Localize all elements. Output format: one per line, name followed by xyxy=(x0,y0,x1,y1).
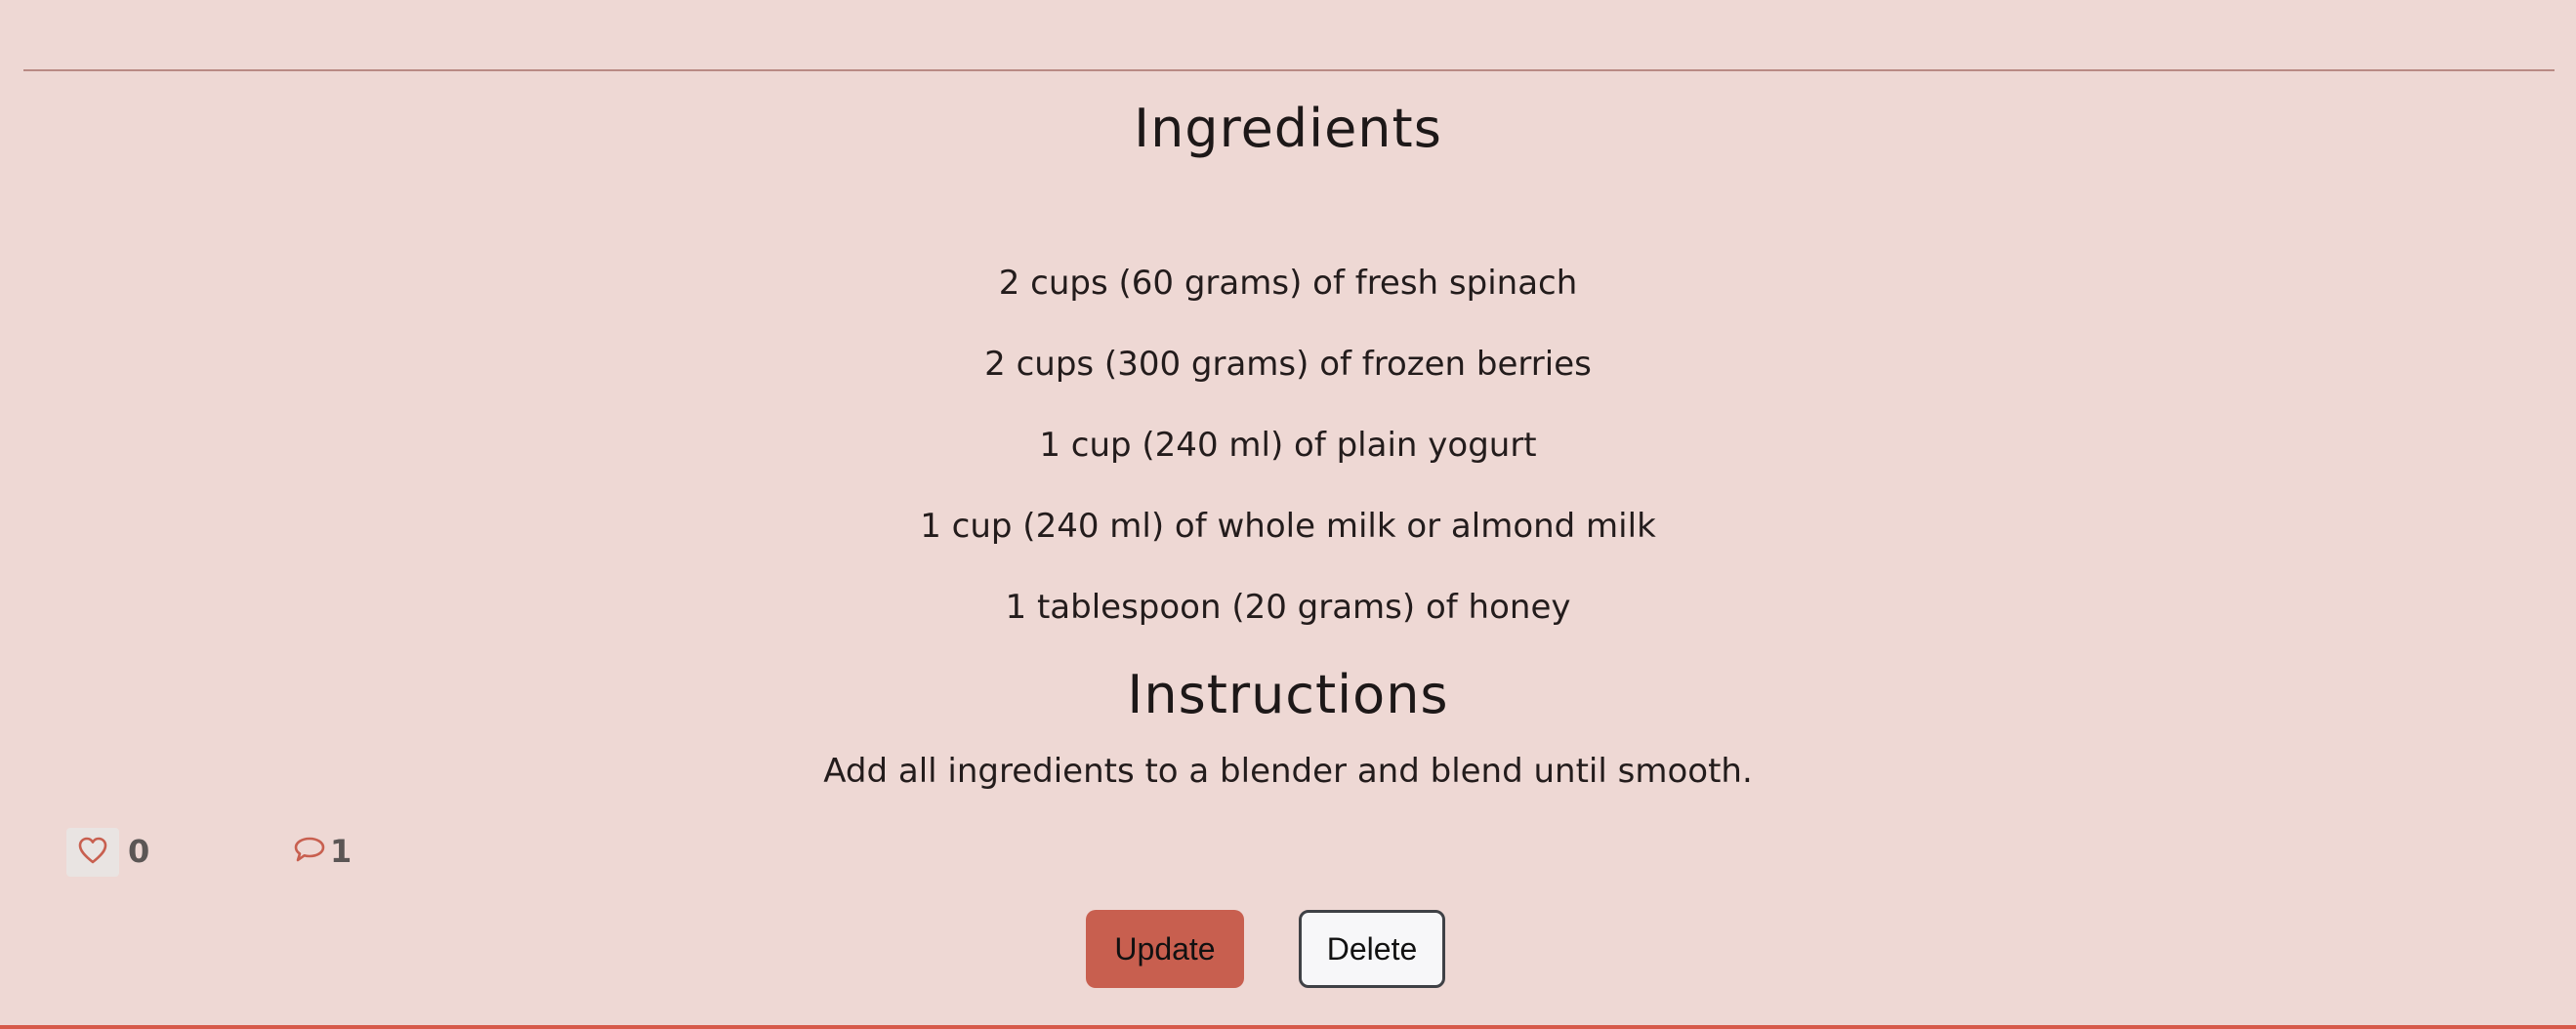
ingredient-item: 1 cup (240 ml) of plain yogurt xyxy=(1039,426,1537,465)
ingredients-list: 2 cups (60 grams) of fresh spinach 2 cup… xyxy=(0,262,2576,667)
comment-count: 1 xyxy=(330,833,353,870)
ingredients-heading: Ingredients xyxy=(1134,98,1442,159)
update-button[interactable]: Update xyxy=(1086,910,1244,988)
comment-button[interactable]: 1 xyxy=(293,832,352,871)
speech-bubble-icon xyxy=(293,835,326,868)
instructions-heading: Instructions xyxy=(1127,664,1449,725)
delete-button[interactable]: Delete xyxy=(1299,910,1445,988)
top-divider xyxy=(23,69,2555,71)
bottom-border xyxy=(0,1025,2576,1029)
like-button[interactable] xyxy=(66,828,119,877)
like-count: 0 xyxy=(128,833,150,870)
instructions-text: Add all ingredients to a blender and ble… xyxy=(823,752,1753,791)
ingredient-item: 1 tablespoon (20 grams) of honey xyxy=(1005,588,1571,627)
ingredient-item: 2 cups (60 grams) of fresh spinach xyxy=(998,264,1578,303)
ingredient-item: 2 cups (300 grams) of frozen berries xyxy=(984,345,1592,384)
ingredient-item: 1 cup (240 ml) of whole milk or almond m… xyxy=(920,507,1656,546)
heart-icon xyxy=(77,836,108,869)
